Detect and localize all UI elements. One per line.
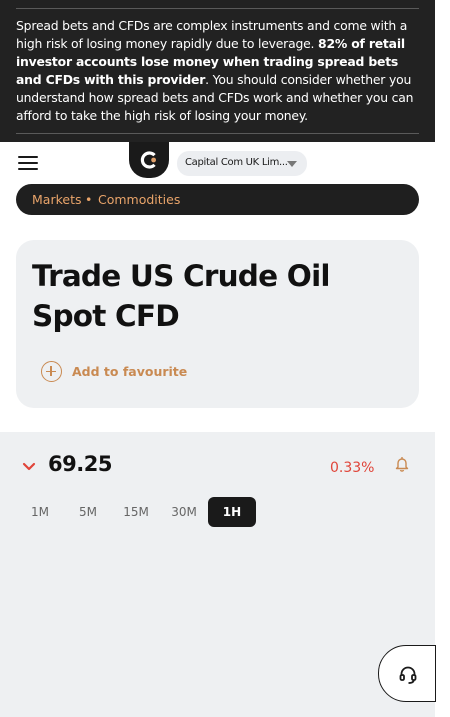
entity-selector-value: Capital Com UK Lim...: [185, 157, 288, 168]
capital-com-logo[interactable]: [129, 142, 169, 178]
breadcrumb: Markets • Commodities: [16, 184, 419, 215]
interval-30m[interactable]: 30M: [160, 497, 208, 527]
hamburger-menu-icon[interactable]: [18, 156, 38, 170]
current-price: 69.25: [48, 452, 112, 476]
interval-1m[interactable]: 1M: [16, 497, 64, 527]
breadcrumb-item-markets[interactable]: Markets: [32, 192, 81, 207]
add-to-favourite-label: Add to favourite: [72, 364, 188, 379]
headset-icon: [399, 666, 417, 684]
page-title: Trade US Crude Oil Spot CFD: [32, 259, 331, 333]
caret-down-icon: [287, 161, 297, 167]
banner-divider-bottom: [16, 133, 419, 134]
top-navigation-bar: Capital Com UK Lim...: [0, 142, 435, 184]
interval-1h[interactable]: 1H: [208, 497, 256, 527]
price-change-percent: 0.33%: [330, 460, 375, 476]
interval-15m[interactable]: 15M: [112, 497, 160, 527]
banner-divider-top: [16, 8, 419, 9]
entity-selector-dropdown[interactable]: Capital Com UK Lim...: [177, 151, 307, 176]
price-chart-panel: 69.25 0.33% 1M 5M 15M 30M 1H: [0, 432, 435, 717]
risk-warning-text: Spread bets and CFDs are complex instrum…: [16, 17, 419, 125]
breadcrumb-separator: •: [85, 192, 93, 207]
instrument-title-card: Trade US Crude Oil Spot CFD Add to favou…: [16, 240, 419, 408]
plus-circle-icon: [41, 361, 62, 382]
chevron-down-icon: [22, 462, 36, 471]
support-chat-button[interactable]: [378, 645, 436, 702]
logo-c-mark-icon: [140, 151, 156, 169]
interval-5m[interactable]: 5M: [64, 497, 112, 527]
bell-icon[interactable]: [395, 456, 409, 472]
breadcrumb-item-commodities[interactable]: Commodities: [98, 192, 180, 207]
risk-warning-banner: Spread bets and CFDs are complex instrum…: [0, 0, 435, 142]
